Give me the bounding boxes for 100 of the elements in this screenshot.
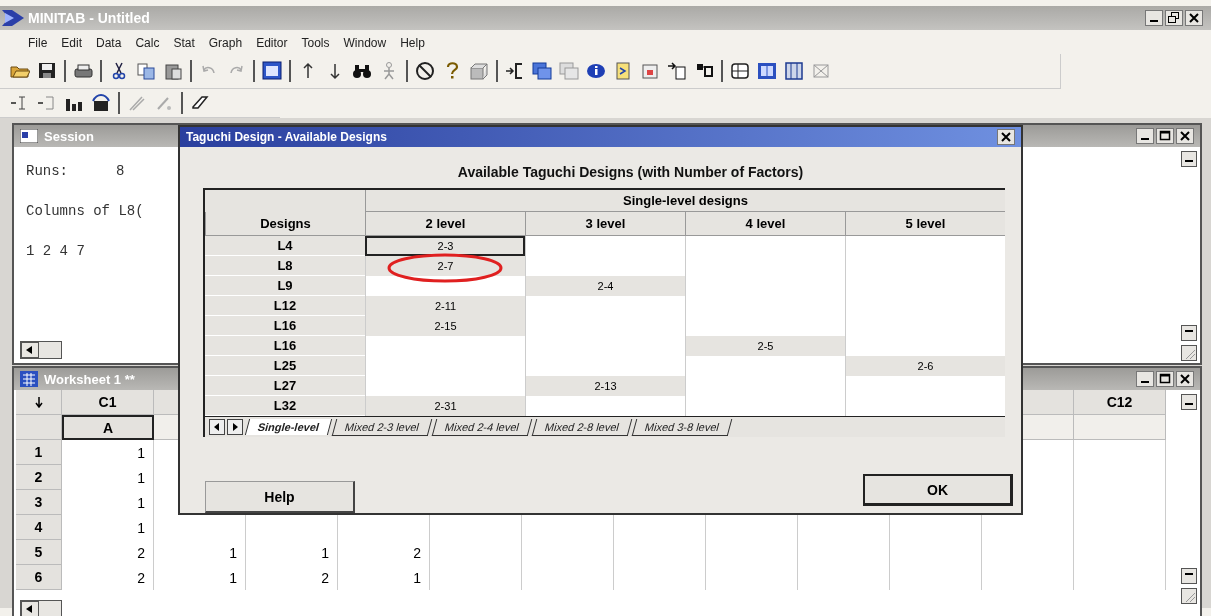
row-header: L4 bbox=[205, 236, 365, 256]
notepad-icon[interactable] bbox=[613, 61, 633, 81]
printer-icon[interactable] bbox=[73, 61, 93, 81]
table-cell: 1 bbox=[154, 540, 246, 565]
info-icon[interactable] bbox=[586, 61, 606, 81]
ok-button[interactable]: OK bbox=[863, 474, 1013, 506]
row-header: L8 bbox=[205, 256, 365, 276]
column-name-cell[interactable] bbox=[1074, 415, 1166, 440]
table-cell: 1 bbox=[154, 565, 246, 590]
column-name-cell[interactable]: A bbox=[62, 415, 154, 440]
close-button[interactable] bbox=[1185, 10, 1203, 26]
row-header: L16 bbox=[205, 316, 365, 336]
scrollbar[interactable] bbox=[20, 600, 62, 616]
close-icon bbox=[1178, 372, 1192, 386]
row-header: 1 bbox=[16, 440, 62, 465]
paste-icon[interactable] bbox=[163, 61, 183, 81]
copy-icon[interactable] bbox=[136, 61, 156, 81]
table-cell[interactable]: 2-13 bbox=[525, 376, 685, 396]
help-button[interactable]: Help bbox=[205, 481, 355, 513]
table-cell[interactable]: 2-11 bbox=[365, 296, 525, 316]
scroll-left-button[interactable] bbox=[209, 419, 225, 435]
scroll-right-button[interactable] bbox=[227, 419, 243, 435]
resize-grip-icon bbox=[1181, 345, 1197, 361]
maximize-icon bbox=[1158, 372, 1172, 386]
table-cell[interactable]: 2-4 bbox=[525, 276, 685, 296]
scroll-up-icon bbox=[1181, 394, 1197, 410]
scroll-left-icon bbox=[21, 342, 39, 358]
restore-button[interactable] bbox=[1165, 10, 1183, 26]
remove-row-icon[interactable] bbox=[37, 93, 57, 113]
table-cell[interactable]: 2-15 bbox=[365, 316, 525, 336]
scrollbar[interactable] bbox=[1180, 394, 1198, 604]
scroll-up-icon bbox=[1181, 151, 1197, 167]
row-header: L32 bbox=[205, 396, 365, 416]
graph-window-icon[interactable] bbox=[640, 61, 660, 81]
cancel-icon[interactable] bbox=[415, 61, 435, 81]
windows-icon[interactable] bbox=[532, 61, 552, 81]
maximize-button[interactable] bbox=[1156, 128, 1174, 144]
close-button[interactable] bbox=[1176, 128, 1194, 144]
down-arrow-icon bbox=[33, 396, 44, 408]
tab[interactable]: Single-level bbox=[244, 419, 333, 435]
maximize-icon bbox=[1158, 129, 1172, 143]
row-header: L27 bbox=[205, 376, 365, 396]
row-header: 3 bbox=[16, 490, 62, 515]
close-icon bbox=[1187, 11, 1201, 25]
arrow-to-bracket-icon[interactable] bbox=[505, 61, 525, 81]
window-title: Worksheet 1 ** bbox=[44, 371, 135, 387]
menu-item[interactable]: Window bbox=[343, 36, 387, 50]
close-button[interactable] bbox=[997, 129, 1015, 145]
table-cell[interactable]: 2-3 bbox=[365, 236, 525, 256]
table-cell: 2 bbox=[62, 565, 154, 590]
scrollbar[interactable] bbox=[20, 341, 62, 359]
close-button[interactable] bbox=[1176, 371, 1194, 387]
dialog-heading: Available Taguchi Designs (with Number of Factors) bbox=[457, 164, 804, 180]
scroll-left-icon bbox=[213, 422, 221, 432]
restore-icon bbox=[1167, 11, 1181, 25]
stack-icon[interactable] bbox=[469, 61, 489, 81]
window-title: Session bbox=[44, 128, 94, 144]
table-cell: 1 bbox=[62, 440, 154, 465]
table-cell: 1 bbox=[338, 565, 430, 590]
menu-item[interactable]: Help bbox=[400, 36, 425, 50]
app-logo-icon bbox=[2, 10, 24, 26]
row-header: L16 bbox=[205, 336, 365, 356]
table-cell[interactable]: 2-5 bbox=[685, 336, 845, 356]
menu-item[interactable]: Data bbox=[96, 36, 122, 50]
maximize-button[interactable] bbox=[1156, 371, 1174, 387]
column-header: 4 level bbox=[685, 212, 845, 236]
output-text: 1 2 4 7 bbox=[26, 243, 85, 259]
menu-item[interactable]: Edit bbox=[61, 36, 83, 50]
menu-item[interactable]: Tools bbox=[301, 36, 330, 50]
minimize-icon bbox=[1150, 20, 1158, 22]
table-cell: 1 bbox=[62, 515, 154, 540]
column-header: C12 bbox=[1074, 390, 1166, 415]
output-text: 8 bbox=[116, 163, 125, 179]
output-text: Columns of L8( bbox=[26, 203, 144, 219]
arrow-to-table-icon[interactable] bbox=[667, 61, 687, 81]
table-cell[interactable]: 2-31 bbox=[365, 396, 525, 416]
table-icon[interactable] bbox=[757, 61, 777, 81]
scrollbar[interactable] bbox=[1180, 151, 1198, 361]
minimize-button[interactable] bbox=[1136, 371, 1154, 387]
minimize-button[interactable] bbox=[1136, 128, 1154, 144]
scroll-down-icon bbox=[1181, 325, 1197, 341]
chart-icon[interactable] bbox=[91, 93, 111, 113]
output-text: Runs: bbox=[26, 163, 68, 179]
column-header: 5 level bbox=[845, 212, 1005, 236]
minimize-icon bbox=[1141, 381, 1149, 383]
menu-item[interactable]: Editor bbox=[256, 36, 288, 50]
save-icon[interactable] bbox=[37, 61, 57, 81]
minimize-button[interactable] bbox=[1145, 10, 1163, 26]
menu-item[interactable]: Graph bbox=[208, 36, 243, 50]
column-header: C1 bbox=[62, 390, 154, 415]
table-cell[interactable]: 2-6 bbox=[845, 356, 1005, 376]
panel-icon[interactable] bbox=[784, 61, 804, 81]
session-window-icon[interactable] bbox=[262, 61, 282, 81]
menu-item[interactable]: File bbox=[28, 36, 48, 50]
grid-icon bbox=[20, 371, 38, 387]
menu-item[interactable]: Stat bbox=[173, 36, 195, 50]
column-header: 3 level bbox=[525, 212, 685, 236]
group-header: Single-level designs bbox=[365, 190, 1005, 212]
menu-item[interactable]: Calc bbox=[135, 36, 160, 50]
table-icon[interactable] bbox=[730, 61, 750, 81]
